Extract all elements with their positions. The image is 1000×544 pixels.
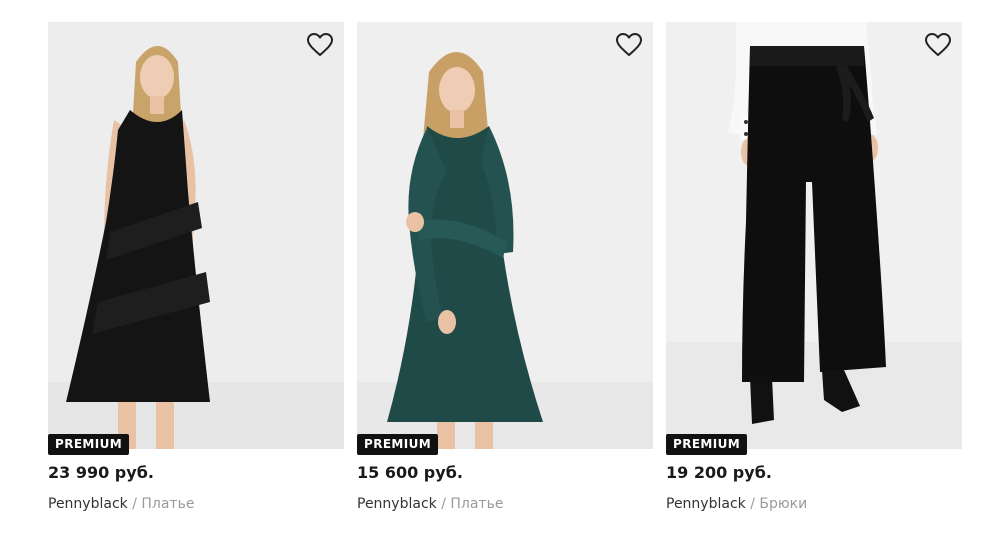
product-grid: PREMIUM 23 990 руб. Pennyblack / Платье	[48, 22, 963, 522]
favorite-button[interactable]	[615, 32, 643, 58]
product-card[interactable]: PREMIUM 19 200 руб. Pennyblack / Брюки	[666, 22, 962, 522]
product-meta: Pennyblack / Брюки	[666, 496, 807, 512]
premium-badge: PREMIUM	[48, 434, 130, 455]
product-photo-black-dress	[48, 22, 344, 449]
product-meta: Pennyblack / Платье	[357, 496, 503, 512]
meta-separator: /	[436, 496, 451, 512]
meta-separator: /	[745, 496, 760, 512]
product-photo-green-dress	[357, 22, 653, 449]
product-category-link[interactable]: Платье	[141, 496, 194, 512]
product-card[interactable]: PREMIUM 23 990 руб. Pennyblack / Платье	[48, 22, 344, 522]
product-image[interactable]	[48, 22, 344, 449]
heart-outline-icon	[307, 33, 333, 56]
heart-outline-icon	[925, 33, 951, 56]
product-category-link[interactable]: Платье	[450, 496, 503, 512]
product-price: 15 600 руб.	[357, 463, 463, 482]
product-brand-link[interactable]: Pennyblack	[666, 496, 746, 512]
favorite-button[interactable]	[924, 32, 952, 58]
product-card[interactable]: PREMIUM 15 600 руб. Pennyblack / Платье	[357, 22, 653, 522]
meta-separator: /	[127, 496, 142, 512]
heart-outline-icon	[616, 33, 642, 56]
premium-badge: PREMIUM	[357, 434, 439, 455]
product-photo-black-trousers	[666, 22, 962, 449]
product-image[interactable]	[357, 22, 653, 449]
premium-badge: PREMIUM	[666, 434, 748, 455]
product-category-link[interactable]: Брюки	[759, 496, 807, 512]
product-brand-link[interactable]: Pennyblack	[357, 496, 437, 512]
product-price: 23 990 руб.	[48, 463, 154, 482]
product-meta: Pennyblack / Платье	[48, 496, 194, 512]
product-brand-link[interactable]: Pennyblack	[48, 496, 128, 512]
favorite-button[interactable]	[306, 32, 334, 58]
product-price: 19 200 руб.	[666, 463, 772, 482]
product-image[interactable]	[666, 22, 962, 449]
